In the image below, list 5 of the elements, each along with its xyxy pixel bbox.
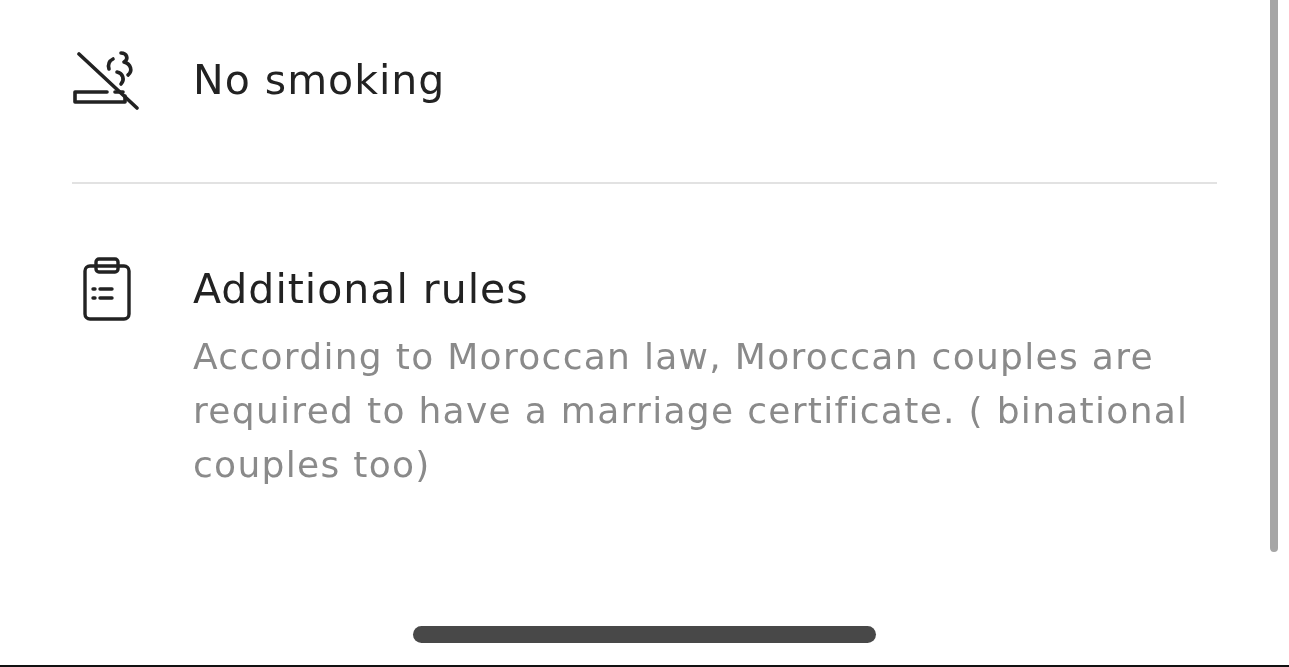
- no-smoking-icon: [73, 50, 141, 110]
- rule-title: Additional rules: [193, 264, 530, 314]
- clipboard-icon: [83, 257, 131, 321]
- rule-description: According to Moroccan law, Moroccan couples are required to have a marriage certificate. ( binational couples too): [193, 335, 1190, 487]
- rule-title: No smoking: [193, 55, 447, 105]
